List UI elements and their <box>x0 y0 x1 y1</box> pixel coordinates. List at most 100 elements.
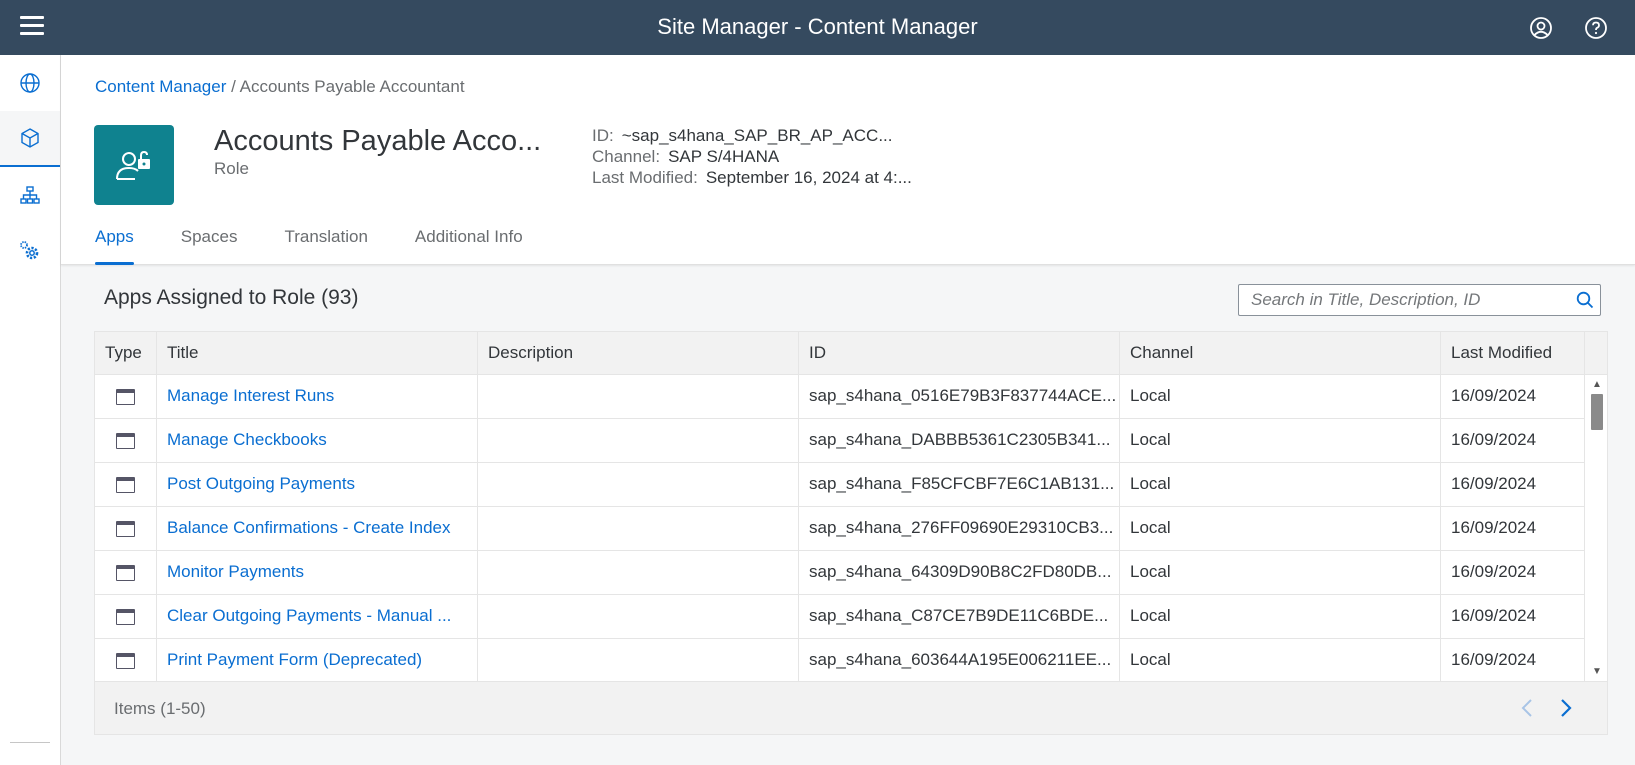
column-header-description[interactable]: Description <box>478 332 799 375</box>
row-last-modified: 16/09/2024 <box>1441 595 1585 638</box>
row-last-modified: 16/09/2024 <box>1441 639 1585 681</box>
row-last-modified: 16/09/2024 <box>1441 375 1585 418</box>
row-id: sap_s4hana_DABBB5361C2305B341... <box>799 419 1120 462</box>
table-footer: Items (1-50) <box>95 681 1607 734</box>
table-row[interactable]: Manage Checkbooks sap_s4hana_DABBB5361C2… <box>95 419 1585 463</box>
attr-channel-label: Channel: <box>592 147 661 166</box>
items-count: Items (1-50) <box>114 699 206 718</box>
table-row[interactable]: Manage Interest Runs sap_s4hana_0516E79B… <box>95 375 1585 419</box>
row-id: sap_s4hana_C87CE7B9DE11C6BDE... <box>799 595 1120 638</box>
row-channel: Local <box>1120 375 1441 418</box>
row-channel: Local <box>1120 551 1441 594</box>
object-attributes: ID: ~sap_s4hana_SAP_BR_AP_ACC... Channel:… <box>592 125 912 188</box>
role-avatar <box>94 125 174 205</box>
row-channel: Local <box>1120 595 1441 638</box>
table-row[interactable]: Balance Confirmations - Create Index sap… <box>95 507 1585 551</box>
side-navigation <box>0 55 61 765</box>
table-row[interactable]: Post Outgoing Payments sap_s4hana_F85CFC… <box>95 463 1585 507</box>
row-channel: Local <box>1120 507 1441 550</box>
row-channel: Local <box>1120 463 1441 506</box>
table-scrollbar[interactable]: ▲ ▼ <box>1587 375 1607 681</box>
column-header-last-modified[interactable]: Last Modified <box>1441 332 1585 375</box>
search-icon[interactable] <box>1570 285 1600 315</box>
row-id: sap_s4hana_276FF09690E29310CB3... <box>799 507 1120 550</box>
breadcrumb-separator: / <box>231 77 236 96</box>
tab-translation[interactable]: Translation <box>284 215 367 265</box>
scroll-up-arrow[interactable]: ▲ <box>1592 379 1602 390</box>
table-row[interactable]: Clear Outgoing Payments - Manual ... sap… <box>95 595 1585 639</box>
app-tile-icon <box>95 507 157 550</box>
tab-additional-info[interactable]: Additional Info <box>415 215 523 265</box>
row-id: sap_s4hana_0516E79B3F837744ACE... <box>799 375 1120 418</box>
row-channel: Local <box>1120 419 1441 462</box>
app-title: Site Manager - Content Manager <box>657 14 978 39</box>
object-header: Content Manager / Accounts Payable Accou… <box>61 55 1635 265</box>
attr-id-label: ID: <box>592 126 614 145</box>
app-tile-icon <box>95 595 157 638</box>
row-title-link[interactable]: Print Payment Form (Deprecated) <box>157 639 478 681</box>
scrollbar-thumb[interactable] <box>1591 394 1603 430</box>
row-description <box>478 375 799 418</box>
attr-channel-value: SAP S/4HANA <box>668 147 780 166</box>
row-title-link[interactable]: Manage Checkbooks <box>157 419 478 462</box>
row-description <box>478 507 799 550</box>
app-tile-icon <box>95 639 157 681</box>
shell-bar: Site Manager - Content Manager <box>0 0 1635 55</box>
row-description <box>478 419 799 462</box>
row-title-link[interactable]: Post Outgoing Payments <box>157 463 478 506</box>
row-id: sap_s4hana_F85CFCBF7E6C1AB131... <box>799 463 1120 506</box>
globe-icon[interactable] <box>0 55 60 111</box>
scroll-down-arrow[interactable]: ▼ <box>1592 666 1602 677</box>
tab-apps[interactable]: Apps <box>95 215 134 265</box>
apps-table: Type Title Description ID Channel Last M… <box>94 331 1608 735</box>
help-icon[interactable] <box>1584 16 1608 40</box>
column-header-channel[interactable]: Channel <box>1120 332 1441 375</box>
org-chart-icon[interactable] <box>0 167 60 223</box>
next-page-icon[interactable] <box>1553 695 1579 721</box>
user-lock-icon <box>116 150 150 180</box>
app-tile-icon <box>95 551 157 594</box>
object-subtitle: Role <box>214 159 249 178</box>
attr-id: ID: ~sap_s4hana_SAP_BR_AP_ACC... <box>592 125 912 146</box>
row-id: sap_s4hana_64309D90B8C2FD80DB... <box>799 551 1120 594</box>
row-title-link[interactable]: Balance Confirmations - Create Index <box>157 507 478 550</box>
row-description <box>478 551 799 594</box>
row-last-modified: 16/09/2024 <box>1441 463 1585 506</box>
breadcrumb-link-content-manager[interactable]: Content Manager <box>95 77 226 96</box>
tab-spaces[interactable]: Spaces <box>181 215 238 265</box>
object-title: Accounts Payable Acco... <box>214 125 542 157</box>
row-last-modified: 16/09/2024 <box>1441 551 1585 594</box>
attr-channel: Channel: SAP S/4HANA <box>592 146 912 167</box>
attr-modified-value: September 16, 2024 at 4:... <box>705 168 912 187</box>
column-header-title[interactable]: Title <box>157 332 478 375</box>
app-tile-icon <box>95 419 157 462</box>
row-description <box>478 639 799 681</box>
app-tile-icon <box>95 463 157 506</box>
row-description <box>478 595 799 638</box>
gears-icon[interactable] <box>0 223 60 279</box>
table-row[interactable]: Monitor Payments sap_s4hana_64309D90B8C2… <box>95 551 1585 595</box>
row-title-link[interactable]: Clear Outgoing Payments - Manual ... <box>157 595 478 638</box>
row-title-link[interactable]: Monitor Payments <box>157 551 478 594</box>
tab-bar: Apps Spaces Translation Additional Info <box>95 215 570 265</box>
search-input[interactable] <box>1239 285 1570 315</box>
table-row[interactable]: Print Payment Form (Deprecated) sap_s4ha… <box>95 639 1585 681</box>
breadcrumb: Content Manager / Accounts Payable Accou… <box>95 77 465 97</box>
apps-panel-title: Apps Assigned to Role (93) <box>104 286 359 309</box>
previous-page-icon[interactable] <box>1514 695 1540 721</box>
search-field <box>1238 284 1601 316</box>
cube-icon[interactable] <box>0 111 60 167</box>
attr-id-value: ~sap_s4hana_SAP_BR_AP_ACC... <box>621 126 893 145</box>
attr-last-modified: Last Modified: September 16, 2024 at 4:..… <box>592 167 912 188</box>
sidenav-divider <box>10 742 50 743</box>
attr-modified-label: Last Modified: <box>592 168 698 187</box>
row-title-link[interactable]: Manage Interest Runs <box>157 375 478 418</box>
row-description <box>478 463 799 506</box>
row-last-modified: 16/09/2024 <box>1441 419 1585 462</box>
column-header-id[interactable]: ID <box>799 332 1120 375</box>
row-last-modified: 16/09/2024 <box>1441 507 1585 550</box>
user-circle-icon[interactable] <box>1529 16 1553 40</box>
table-header: Type Title Description ID Channel Last M… <box>95 332 1607 375</box>
column-header-type: Type <box>95 332 157 375</box>
app-tile-icon <box>95 375 157 418</box>
